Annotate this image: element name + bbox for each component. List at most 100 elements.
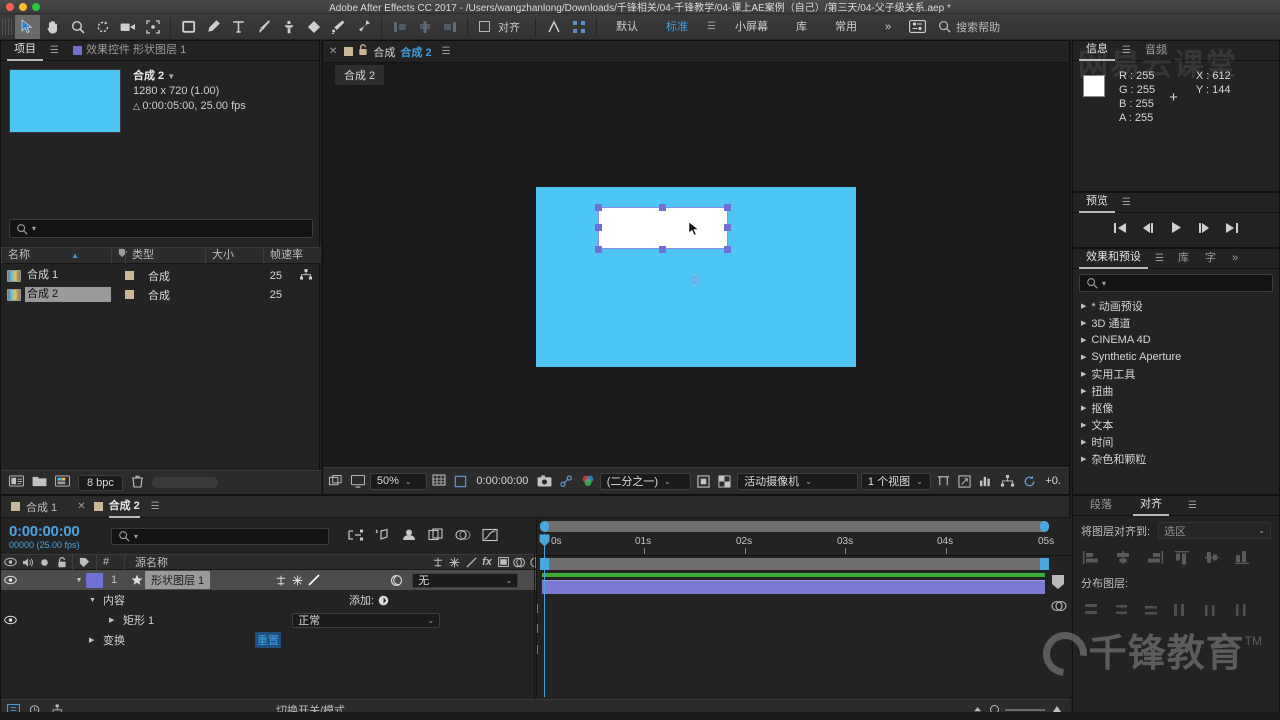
list-item[interactable]: ▶ CINEMA 4D: [1073, 331, 1279, 348]
timeline-jump-icon[interactable]: [977, 472, 995, 491]
layer-shy-toggle[interactable]: [272, 572, 289, 588]
work-area-end-handle[interactable]: [1040, 558, 1049, 570]
disclosure-triangle-icon[interactable]: ▶: [1081, 421, 1086, 429]
resolution-dropdown[interactable]: (二分之一) ⌄: [599, 472, 692, 490]
row-label-color-icon[interactable]: [125, 271, 134, 280]
viewer-toolbar[interactable]: 50% ⌄ 0:00:00:00 (二分之一) ⌄ 活动摄像机 ⌄ 1 个视图 …: [323, 467, 1069, 494]
search-filter-caret-icon[interactable]: ▾: [32, 224, 36, 233]
search-filter-caret-icon[interactable]: ▾: [134, 532, 138, 541]
exposure-value[interactable]: +0.: [1041, 475, 1065, 487]
layer-disclosure-icon[interactable]: ▼: [72, 572, 86, 588]
pan-behind-tool-icon[interactable]: [140, 15, 165, 39]
selection-handle[interactable]: [659, 246, 666, 253]
disclosure-triangle-icon[interactable]: ▶: [1081, 302, 1086, 310]
list-item[interactable]: ▶ 实用工具: [1073, 365, 1279, 382]
timeline-graph-area[interactable]: 0s 01s 02s 03s 04s 05s: [536, 518, 1071, 697]
effects-tabs-overflow-icon[interactable]: »: [1225, 249, 1245, 269]
current-time-indicator[interactable]: [544, 534, 545, 697]
distribute-top-button[interactable]: [1079, 599, 1107, 619]
disclosure-triangle-icon[interactable]: ▶: [1081, 319, 1086, 327]
distribute-horizontal-center-button[interactable]: [1199, 599, 1227, 619]
timeline-panel-menu-icon[interactable]: ☰: [146, 501, 165, 512]
new-composition-icon[interactable]: [55, 475, 70, 490]
pen-tool-icon[interactable]: [201, 15, 226, 39]
project-panel-menu-icon[interactable]: ☰: [45, 45, 64, 56]
align-bottom-button[interactable]: [1229, 547, 1257, 567]
current-time-indicator-head[interactable]: [539, 534, 550, 547]
effects-list[interactable]: ▶ * 动画预设 ▶ 3D 通道 ▶ CINEMA 4D ▶ Synthetic Ape…: [1073, 297, 1279, 467]
layer-parent-dropdown[interactable]: 无 ⌄: [412, 572, 519, 588]
disclosure-triangle-icon[interactable]: ▶: [1081, 370, 1086, 378]
tab-libraries[interactable]: 库: [1171, 249, 1196, 269]
layer-video-toggle[interactable]: [1, 572, 19, 588]
tab-character[interactable]: 字: [1198, 249, 1223, 269]
project-footer-toolbar[interactable]: 8 bpc: [1, 470, 321, 494]
info-panel-menu-icon[interactable]: ☰: [1117, 45, 1136, 56]
layer-effects-toggle[interactable]: [322, 572, 338, 588]
align-top-button[interactable]: [1169, 547, 1197, 567]
workspace-bar[interactable]: 默认 标准 ☰ 小屏幕 库 常用 »: [602, 14, 905, 40]
workspace-overflow-icon[interactable]: »: [871, 14, 905, 40]
composition-viewer[interactable]: [323, 87, 1069, 467]
distribute-left-button[interactable]: [1169, 599, 1197, 619]
zoom-slider-track[interactable]: [1005, 708, 1045, 711]
camera-tool-icon[interactable]: [115, 15, 140, 39]
column-fps[interactable]: 帧速率: [263, 247, 321, 264]
hide-shy-layers-icon[interactable]: [401, 528, 417, 545]
current-time-display[interactable]: 0:00:00:00 00000 (25.00 fps): [1, 523, 111, 550]
chevron-down-icon[interactable]: ⌄: [916, 477, 923, 486]
breadcrumb[interactable]: 合成 2: [323, 63, 1069, 87]
align-panel-tabs[interactable]: 段落 对齐 ☰: [1073, 496, 1279, 516]
scrollbar-start-handle[interactable]: [540, 521, 549, 532]
scrollbar-end-handle[interactable]: [1040, 521, 1049, 532]
layer-audio-toggle[interactable]: [19, 572, 36, 588]
selection-tool-icon[interactable]: [15, 14, 40, 39]
search-help-box[interactable]: 搜索帮助: [930, 14, 1000, 40]
align-panel-menu-icon[interactable]: ☰: [1183, 500, 1202, 511]
align-horizontal-center-button[interactable]: [1109, 547, 1137, 567]
tab-align[interactable]: 对齐: [1133, 496, 1169, 516]
layer-lock-toggle[interactable]: [52, 572, 72, 588]
breadcrumb-item[interactable]: 合成 2: [335, 65, 385, 85]
workspace-standard[interactable]: 标准: [652, 14, 702, 40]
close-window-icon[interactable]: [6, 3, 14, 11]
layer-duration-bar[interactable]: [542, 580, 1045, 594]
column-frame-blend-icon[interactable]: [495, 554, 511, 570]
roto-brush-tool-icon[interactable]: [326, 15, 351, 39]
views-dropdown[interactable]: 1 个视图 ⌄: [860, 472, 932, 490]
minimize-window-icon[interactable]: [19, 3, 27, 11]
workspace-common[interactable]: 常用: [821, 14, 871, 40]
toggle-mask-icon[interactable]: [716, 472, 734, 491]
time-ruler[interactable]: 0s 01s 02s 03s 04s 05s: [537, 534, 1071, 556]
distribute-bottom-button[interactable]: [1139, 599, 1167, 619]
selection-handle[interactable]: [724, 224, 731, 231]
lock-icon[interactable]: [358, 44, 368, 59]
search-filter-caret-icon[interactable]: ▾: [1102, 279, 1106, 288]
text-tool-icon[interactable]: [226, 15, 251, 39]
project-panel-tabs[interactable]: 项目 ☰ 效果控件 形状图层 1: [1, 41, 319, 61]
disclosure-triangle-icon[interactable]: ▶: [1081, 353, 1086, 361]
effects-panel-menu-icon[interactable]: ☰: [1150, 253, 1169, 264]
chevron-down-icon[interactable]: ⌄: [427, 616, 434, 625]
preview-transport-controls[interactable]: [1073, 213, 1279, 245]
selection-handle[interactable]: [724, 204, 731, 211]
distribute-buttons-row[interactable]: [1073, 597, 1279, 621]
layer-3d-toggle[interactable]: [386, 572, 406, 588]
current-timecode[interactable]: 0:00:00:00: [9, 523, 111, 540]
timeline-splitter[interactable]: [534, 553, 535, 700]
layer-label-color-icon[interactable]: [86, 572, 103, 588]
workspace-menu-icon[interactable]: ☰: [702, 21, 721, 32]
composition-panel-menu-icon[interactable]: ☰: [437, 46, 456, 57]
tab-paragraph[interactable]: 段落: [1083, 496, 1119, 516]
delete-icon[interactable]: [131, 475, 144, 491]
disclosure-triangle-icon[interactable]: ▼: [89, 597, 103, 604]
list-item[interactable]: ▶ 杂色和颗粒: [1073, 450, 1279, 467]
disclosure-triangle-icon[interactable]: ▶: [1081, 438, 1086, 446]
column-source-name[interactable]: 源名称: [124, 554, 429, 570]
work-area-bar[interactable]: [540, 558, 1049, 570]
extract-tool-icon[interactable]: [541, 15, 566, 39]
enable-frame-blending-icon[interactable]: [428, 527, 444, 545]
snapshot-icon[interactable]: [535, 472, 553, 491]
row-name[interactable]: 合成 1: [25, 268, 111, 283]
main-viewer-icon[interactable]: [348, 472, 366, 491]
